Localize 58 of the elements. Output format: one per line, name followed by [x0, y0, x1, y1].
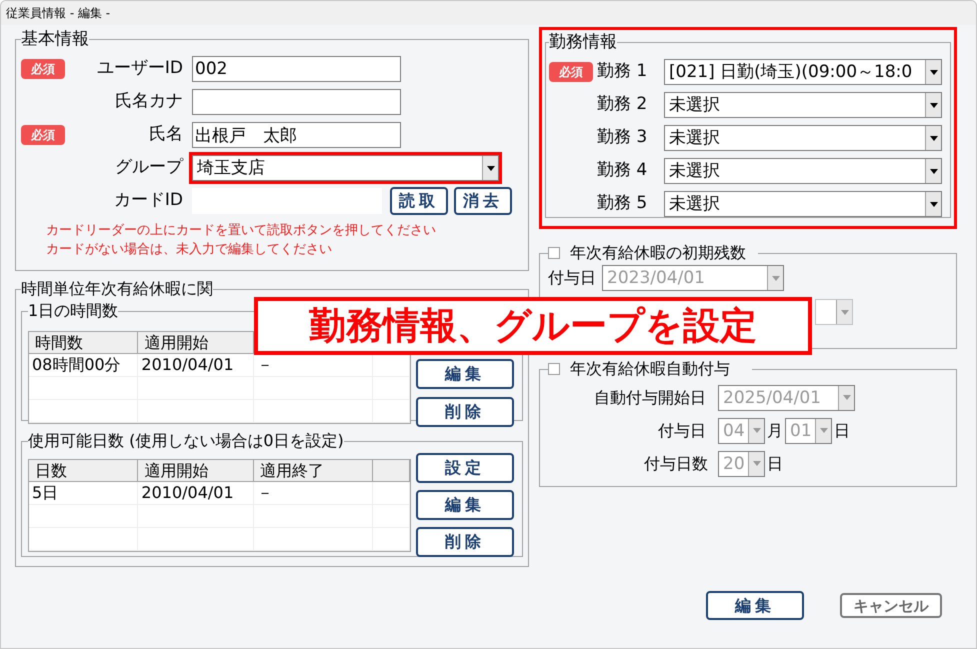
shift-select[interactable]: 未選択 [664, 125, 942, 151]
field-label: 氏名カナ [114, 90, 183, 114]
column-header: 時間数 [29, 332, 138, 354]
action-button[interactable]: 削除 [416, 397, 514, 427]
column-header: 日数 [29, 460, 138, 482]
group-title: 時間単位年次有給休暇に関 [21, 278, 213, 300]
field-label: ユーザーID [96, 57, 183, 80]
table-cell: 2010/04/01 [138, 482, 254, 505]
required-badge: 必須 [549, 62, 593, 82]
required-badge: 必須 [21, 59, 65, 79]
group-title: 基本情報 [21, 28, 89, 51]
shift-select[interactable]: 未選択 [664, 191, 942, 217]
group-title: 年次有給休暇の初期残数 [570, 242, 746, 264]
shift-label: 勤務 4 [597, 159, 648, 182]
shift-select[interactable]: 未選択 [664, 92, 942, 118]
shift-label: 勤務 3 [597, 126, 648, 150]
field-label: 自動付与開始日 [593, 386, 706, 408]
cancel-button[interactable]: キャンセル [840, 593, 942, 618]
input-field[interactable]: 002 [192, 56, 401, 82]
shift-label: 勤務 5 [597, 192, 648, 216]
action-button[interactable]: 編集 [416, 490, 514, 520]
action-button[interactable]: 編集 [416, 359, 514, 389]
group-title: 年次有給休暇自動付与 [570, 358, 730, 380]
shift-label: 勤務 2 [597, 93, 648, 116]
group-title: 使用可能日数 (使用しない場合は0日を設定) [28, 430, 344, 452]
input-field[interactable]: 出根戸 太郎 [192, 122, 401, 148]
action-button[interactable]: 削除 [416, 527, 514, 557]
group-title: 勤務情報 [549, 31, 617, 54]
table-cell: 08時間00分 [29, 354, 138, 377]
action-button[interactable]: 編集 [706, 591, 804, 620]
field-label: グループ [114, 156, 183, 180]
field-label: カードID [112, 189, 183, 212]
column-header: 適用終了 [254, 460, 374, 482]
unit-label: 日 [767, 452, 783, 474]
table-cell: － [254, 482, 374, 505]
action-button[interactable]: 消去 [454, 187, 512, 215]
group-select[interactable]: 埼玉支店 [192, 155, 499, 181]
required-badge: 必須 [21, 125, 65, 145]
shift-label: 勤務 1 [597, 60, 648, 84]
field-label: 付与日 [657, 420, 706, 442]
unit-label: 月 [767, 420, 783, 442]
hint-text: カードリーダーの上にカードを置いて読取ボタンを押してください [46, 222, 437, 240]
callout-label: 勤務情報、グループを設定 [254, 297, 812, 355]
shift-select[interactable]: [021] 日勤(埼玉)(09:00～18:0 [664, 59, 942, 85]
shift-select[interactable]: 未選択 [664, 158, 942, 184]
group-title: 1日の時間数 [28, 300, 118, 322]
action-button[interactable]: 設定 [416, 453, 514, 483]
action-button[interactable]: 読取 [390, 187, 448, 215]
window-title: 従業員情報 - 編集 - [6, 5, 110, 22]
hint-text: カードがない場合は、未入力で編集してください [46, 240, 333, 258]
table-cell: 2010/04/01 [138, 354, 254, 377]
column-header: 適用開始 [138, 460, 254, 482]
table-cell: 5日 [29, 482, 138, 505]
unit-label: 日 [834, 420, 850, 442]
field-label: 氏名 [148, 123, 183, 146]
field-label: 付与日数 [643, 452, 708, 474]
field-label: 付与日 [548, 267, 596, 289]
column-header: 適用開始 [138, 332, 254, 354]
